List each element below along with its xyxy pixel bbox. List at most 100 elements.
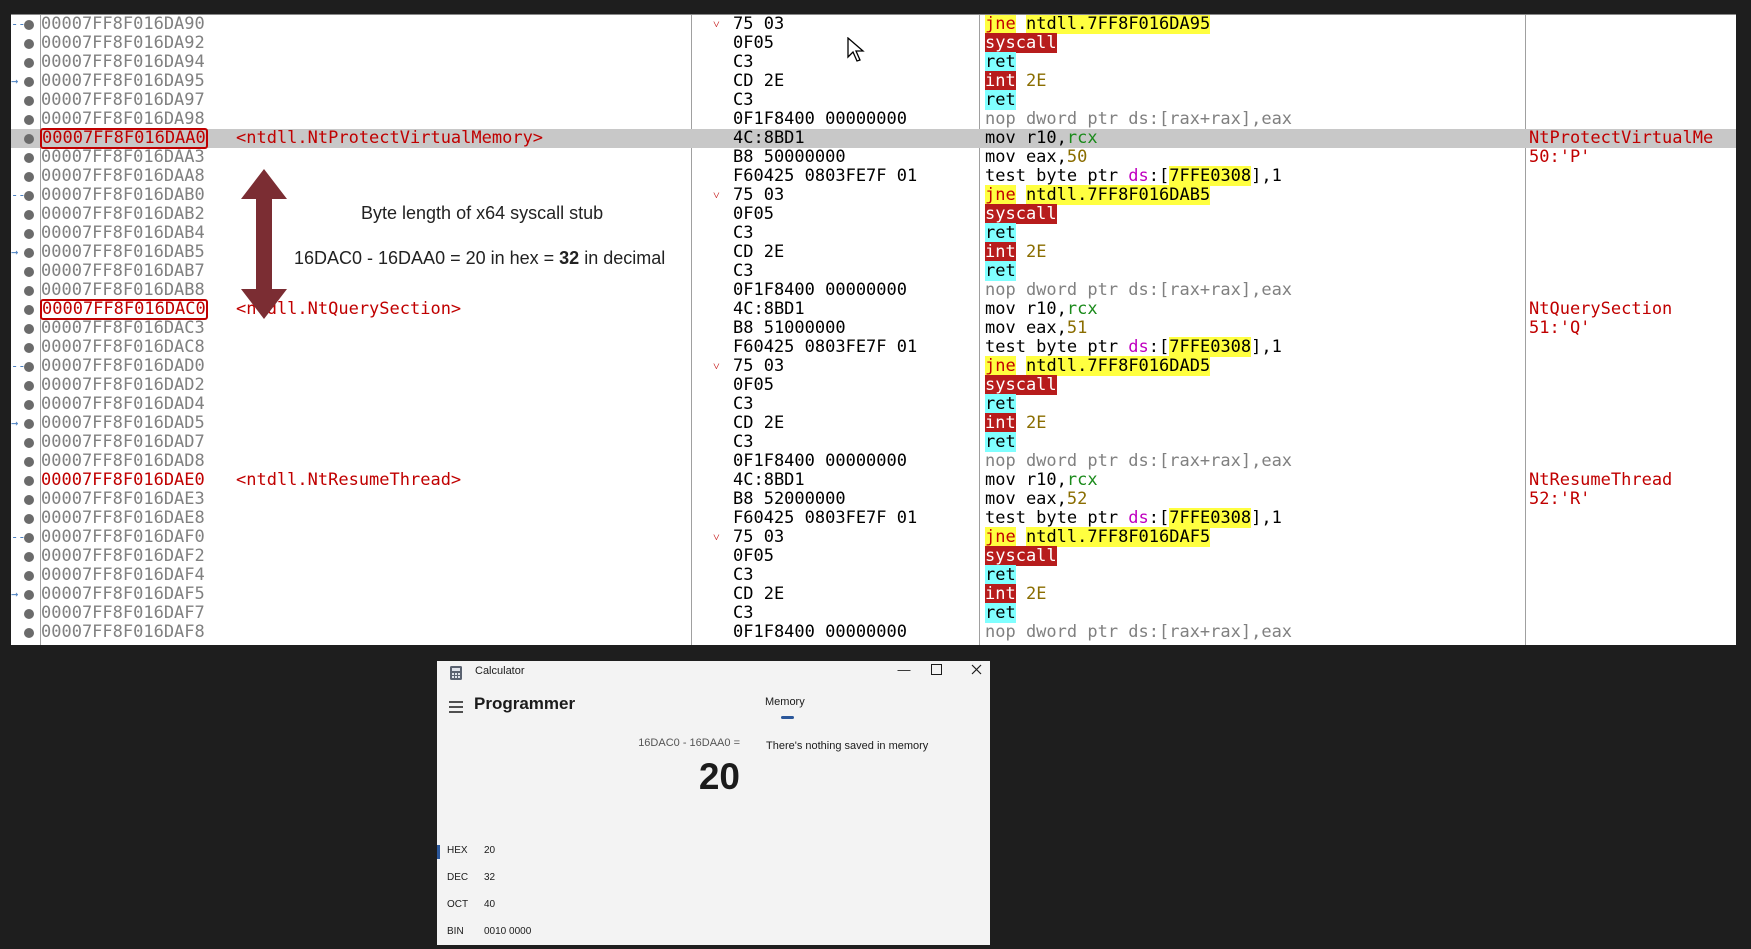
breakpoint-dot-icon[interactable] <box>24 191 34 201</box>
address-cell[interactable]: 00007FF8F016DAC0 <box>40 299 208 320</box>
disassembly-row[interactable]: 00007FF8F016DAD8 0F1F8400 00000000 nop dwo… <box>11 452 1736 471</box>
hamburger-menu-icon[interactable] <box>449 701 463 713</box>
disassembly-row[interactable]: 00007FF8F016DAE8 F60425 0803FE7F 01 test b… <box>11 508 1736 528</box>
address-cell[interactable]: 00007FF8F016DAD7 <box>41 433 205 452</box>
disassembly-row[interactable]: 00007FF8F016DAC8 F60425 0803FE7F 01 test b… <box>11 337 1736 357</box>
maximize-button[interactable] <box>931 664 942 675</box>
disassembly-row[interactable]: 00007FF8F016DAE0 <ntdll.NtResumeThread> 4C… <box>11 471 1736 490</box>
breakpoint-dot-icon[interactable] <box>24 476 34 486</box>
disassembly-row[interactable]: -- 00007FF8F016DAD0 ˅ 75 03 jne ntdll.7FF8F0… <box>11 356 1736 376</box>
address-cell[interactable]: 00007FF8F016DAF5 <box>41 585 205 604</box>
disassembly-row[interactable]: 00007FF8F016DAC3 B8 51000000 mov eax,51 51:… <box>11 319 1736 338</box>
disassembly-row[interactable]: 00007FF8F016DA98 0F1F8400 00000000 nop dwo… <box>11 110 1736 129</box>
address-cell[interactable]: 00007FF8F016DAE3 <box>41 490 205 509</box>
address-cell[interactable]: 00007FF8F016DAD0 <box>41 357 205 376</box>
address-cell[interactable]: 00007FF8F016DAB8 <box>41 281 205 300</box>
base-row-dec[interactable]: DEC 32 <box>437 868 817 890</box>
disassembly-row[interactable]: 00007FF8F016DAD7 C3 ret <box>11 432 1736 452</box>
disassembly-row[interactable]: 00007FF8F016DAA0 <ntdll.NtProtectVirtualM… <box>11 128 1736 149</box>
disassembly-row[interactable]: 00007FF8F016DA94 C3 ret <box>11 52 1736 72</box>
address-cell[interactable]: 00007FF8F016DAF2 <box>41 547 205 566</box>
disassembly-row[interactable]: → 00007FF8F016DA95 CD 2E int 2E <box>11 71 1736 91</box>
breakpoint-dot-icon[interactable] <box>24 172 34 182</box>
breakpoint-dot-icon[interactable] <box>24 495 34 505</box>
address-cell[interactable]: 00007FF8F016DAE8 <box>41 509 205 528</box>
close-button[interactable] <box>971 664 982 675</box>
address-cell[interactable]: 00007FF8F016DAD5 <box>41 414 205 433</box>
disassembly-row[interactable]: → 00007FF8F016DAF5 CD 2E int 2E <box>11 584 1736 604</box>
breakpoint-dot-icon[interactable] <box>24 210 34 220</box>
breakpoint-dot-icon[interactable] <box>24 514 34 524</box>
address-cell[interactable]: 00007FF8F016DAD2 <box>41 376 205 395</box>
address-cell[interactable]: 00007FF8F016DAA3 <box>41 148 205 167</box>
address-cell[interactable]: 00007FF8F016DAC8 <box>41 338 205 357</box>
breakpoint-dot-icon[interactable] <box>24 20 34 30</box>
address-cell[interactable]: 00007FF8F016DA94 <box>41 53 205 72</box>
breakpoint-dot-icon[interactable] <box>24 381 34 391</box>
breakpoint-dot-icon[interactable] <box>24 362 34 372</box>
address-cell[interactable]: 00007FF8F016DAD8 <box>41 452 205 471</box>
breakpoint-dot-icon[interactable] <box>24 58 34 68</box>
breakpoint-dot-icon[interactable] <box>24 286 34 296</box>
disassembly-row[interactable]: → 00007FF8F016DAD5 CD 2E int 2E <box>11 413 1736 433</box>
breakpoint-dot-icon[interactable] <box>24 248 34 258</box>
breakpoint-dot-icon[interactable] <box>24 438 34 448</box>
tab-memory[interactable]: Memory <box>765 696 805 708</box>
breakpoint-dot-icon[interactable] <box>24 571 34 581</box>
disassembly-row[interactable]: 00007FF8F016DA92 0F05 syscall <box>11 33 1736 53</box>
breakpoint-dot-icon[interactable] <box>24 419 34 429</box>
breakpoint-dot-icon[interactable] <box>24 400 34 410</box>
disassembly-row[interactable]: 00007FF8F016DAE3 B8 52000000 mov eax,52 52:… <box>11 490 1736 509</box>
address-cell[interactable]: 00007FF8F016DAA8 <box>41 167 205 186</box>
disassembly-row[interactable]: 00007FF8F016DAD4 C3 ret <box>11 394 1736 414</box>
address-cell[interactable]: 00007FF8F016DAD4 <box>41 395 205 414</box>
disassembly-row[interactable]: 00007FF8F016DAF4 C3 ret <box>11 565 1736 585</box>
breakpoint-dot-icon[interactable] <box>24 552 34 562</box>
address-cell[interactable]: 00007FF8F016DAB7 <box>41 262 205 281</box>
address-cell[interactable]: 00007FF8F016DAF8 <box>41 623 205 642</box>
base-row-hex[interactable]: HEX 20 <box>437 841 817 863</box>
address-cell[interactable]: 00007FF8F016DAE0 <box>41 471 205 490</box>
address-cell[interactable]: 00007FF8F016DAC3 <box>41 319 205 338</box>
breakpoint-dot-icon[interactable] <box>24 457 34 467</box>
breakpoint-dot-icon[interactable] <box>24 77 34 87</box>
address-cell[interactable]: 00007FF8F016DA95 <box>41 72 205 91</box>
disassembly-row[interactable]: 00007FF8F016DAF2 0F05 syscall <box>11 546 1736 566</box>
breakpoint-dot-icon[interactable] <box>24 115 34 125</box>
disassembly-view[interactable]: -- 00007FF8F016DA90 ˅ 75 03 jne ntdll.7FF8F0… <box>11 14 1736 645</box>
breakpoint-dot-icon[interactable] <box>24 39 34 49</box>
address-cell[interactable]: 00007FF8F016DAB4 <box>41 224 205 243</box>
address-cell[interactable]: 00007FF8F016DAB0 <box>41 186 205 205</box>
breakpoint-dot-icon[interactable] <box>24 628 34 638</box>
address-cell[interactable]: 00007FF8F016DAA0 <box>40 128 208 149</box>
breakpoint-dot-icon[interactable] <box>24 609 34 619</box>
address-cell[interactable]: 00007FF8F016DA92 <box>41 34 205 53</box>
breakpoint-dot-icon[interactable] <box>24 153 34 163</box>
minimize-button[interactable]: — <box>892 661 916 681</box>
disassembly-row[interactable]: -- 00007FF8F016DA90 ˅ 75 03 jne ntdll.7FF8F0… <box>11 15 1736 34</box>
address-cell[interactable]: 00007FF8F016DA97 <box>41 91 205 110</box>
breakpoint-dot-icon[interactable] <box>24 324 34 334</box>
disassembly-row[interactable]: 00007FF8F016DA97 C3 ret <box>11 90 1736 110</box>
address-cell[interactable]: 00007FF8F016DAB2 <box>41 205 205 224</box>
breakpoint-dot-icon[interactable] <box>24 590 34 600</box>
disassembly-row[interactable]: 00007FF8F016DAD2 0F05 syscall <box>11 375 1736 395</box>
breakpoint-dot-icon[interactable] <box>24 134 34 144</box>
calculator-window[interactable]: Calculator — Programmer Memory There's n… <box>437 661 990 945</box>
address-cell[interactable]: 00007FF8F016DAF4 <box>41 566 205 585</box>
disassembly-row[interactable]: -- 00007FF8F016DAF0 ˅ 75 03 jne ntdll.7FF8F0… <box>11 527 1736 547</box>
address-cell[interactable]: 00007FF8F016DA90 <box>41 15 205 34</box>
breakpoint-dot-icon[interactable] <box>24 343 34 353</box>
address-cell[interactable]: 00007FF8F016DA98 <box>41 110 205 129</box>
disassembly-row[interactable]: 00007FF8F016DAF7 C3 ret <box>11 603 1736 623</box>
disassembly-row[interactable]: 00007FF8F016DAA3 B8 50000000 mov eax,50 50:… <box>11 148 1736 167</box>
breakpoint-dot-icon[interactable] <box>24 96 34 106</box>
base-row-oct[interactable]: OCT 40 <box>437 895 817 917</box>
breakpoint-dot-icon[interactable] <box>24 229 34 239</box>
breakpoint-dot-icon[interactable] <box>24 533 34 543</box>
breakpoint-dot-icon[interactable] <box>24 305 34 315</box>
breakpoint-dot-icon[interactable] <box>24 267 34 277</box>
address-cell[interactable]: 00007FF8F016DAB5 <box>41 243 205 262</box>
disassembly-row[interactable]: 00007FF8F016DAF8 0F1F8400 00000000 nop dwo… <box>11 623 1736 642</box>
base-row-bin[interactable]: BIN 0010 0000 <box>437 922 817 944</box>
